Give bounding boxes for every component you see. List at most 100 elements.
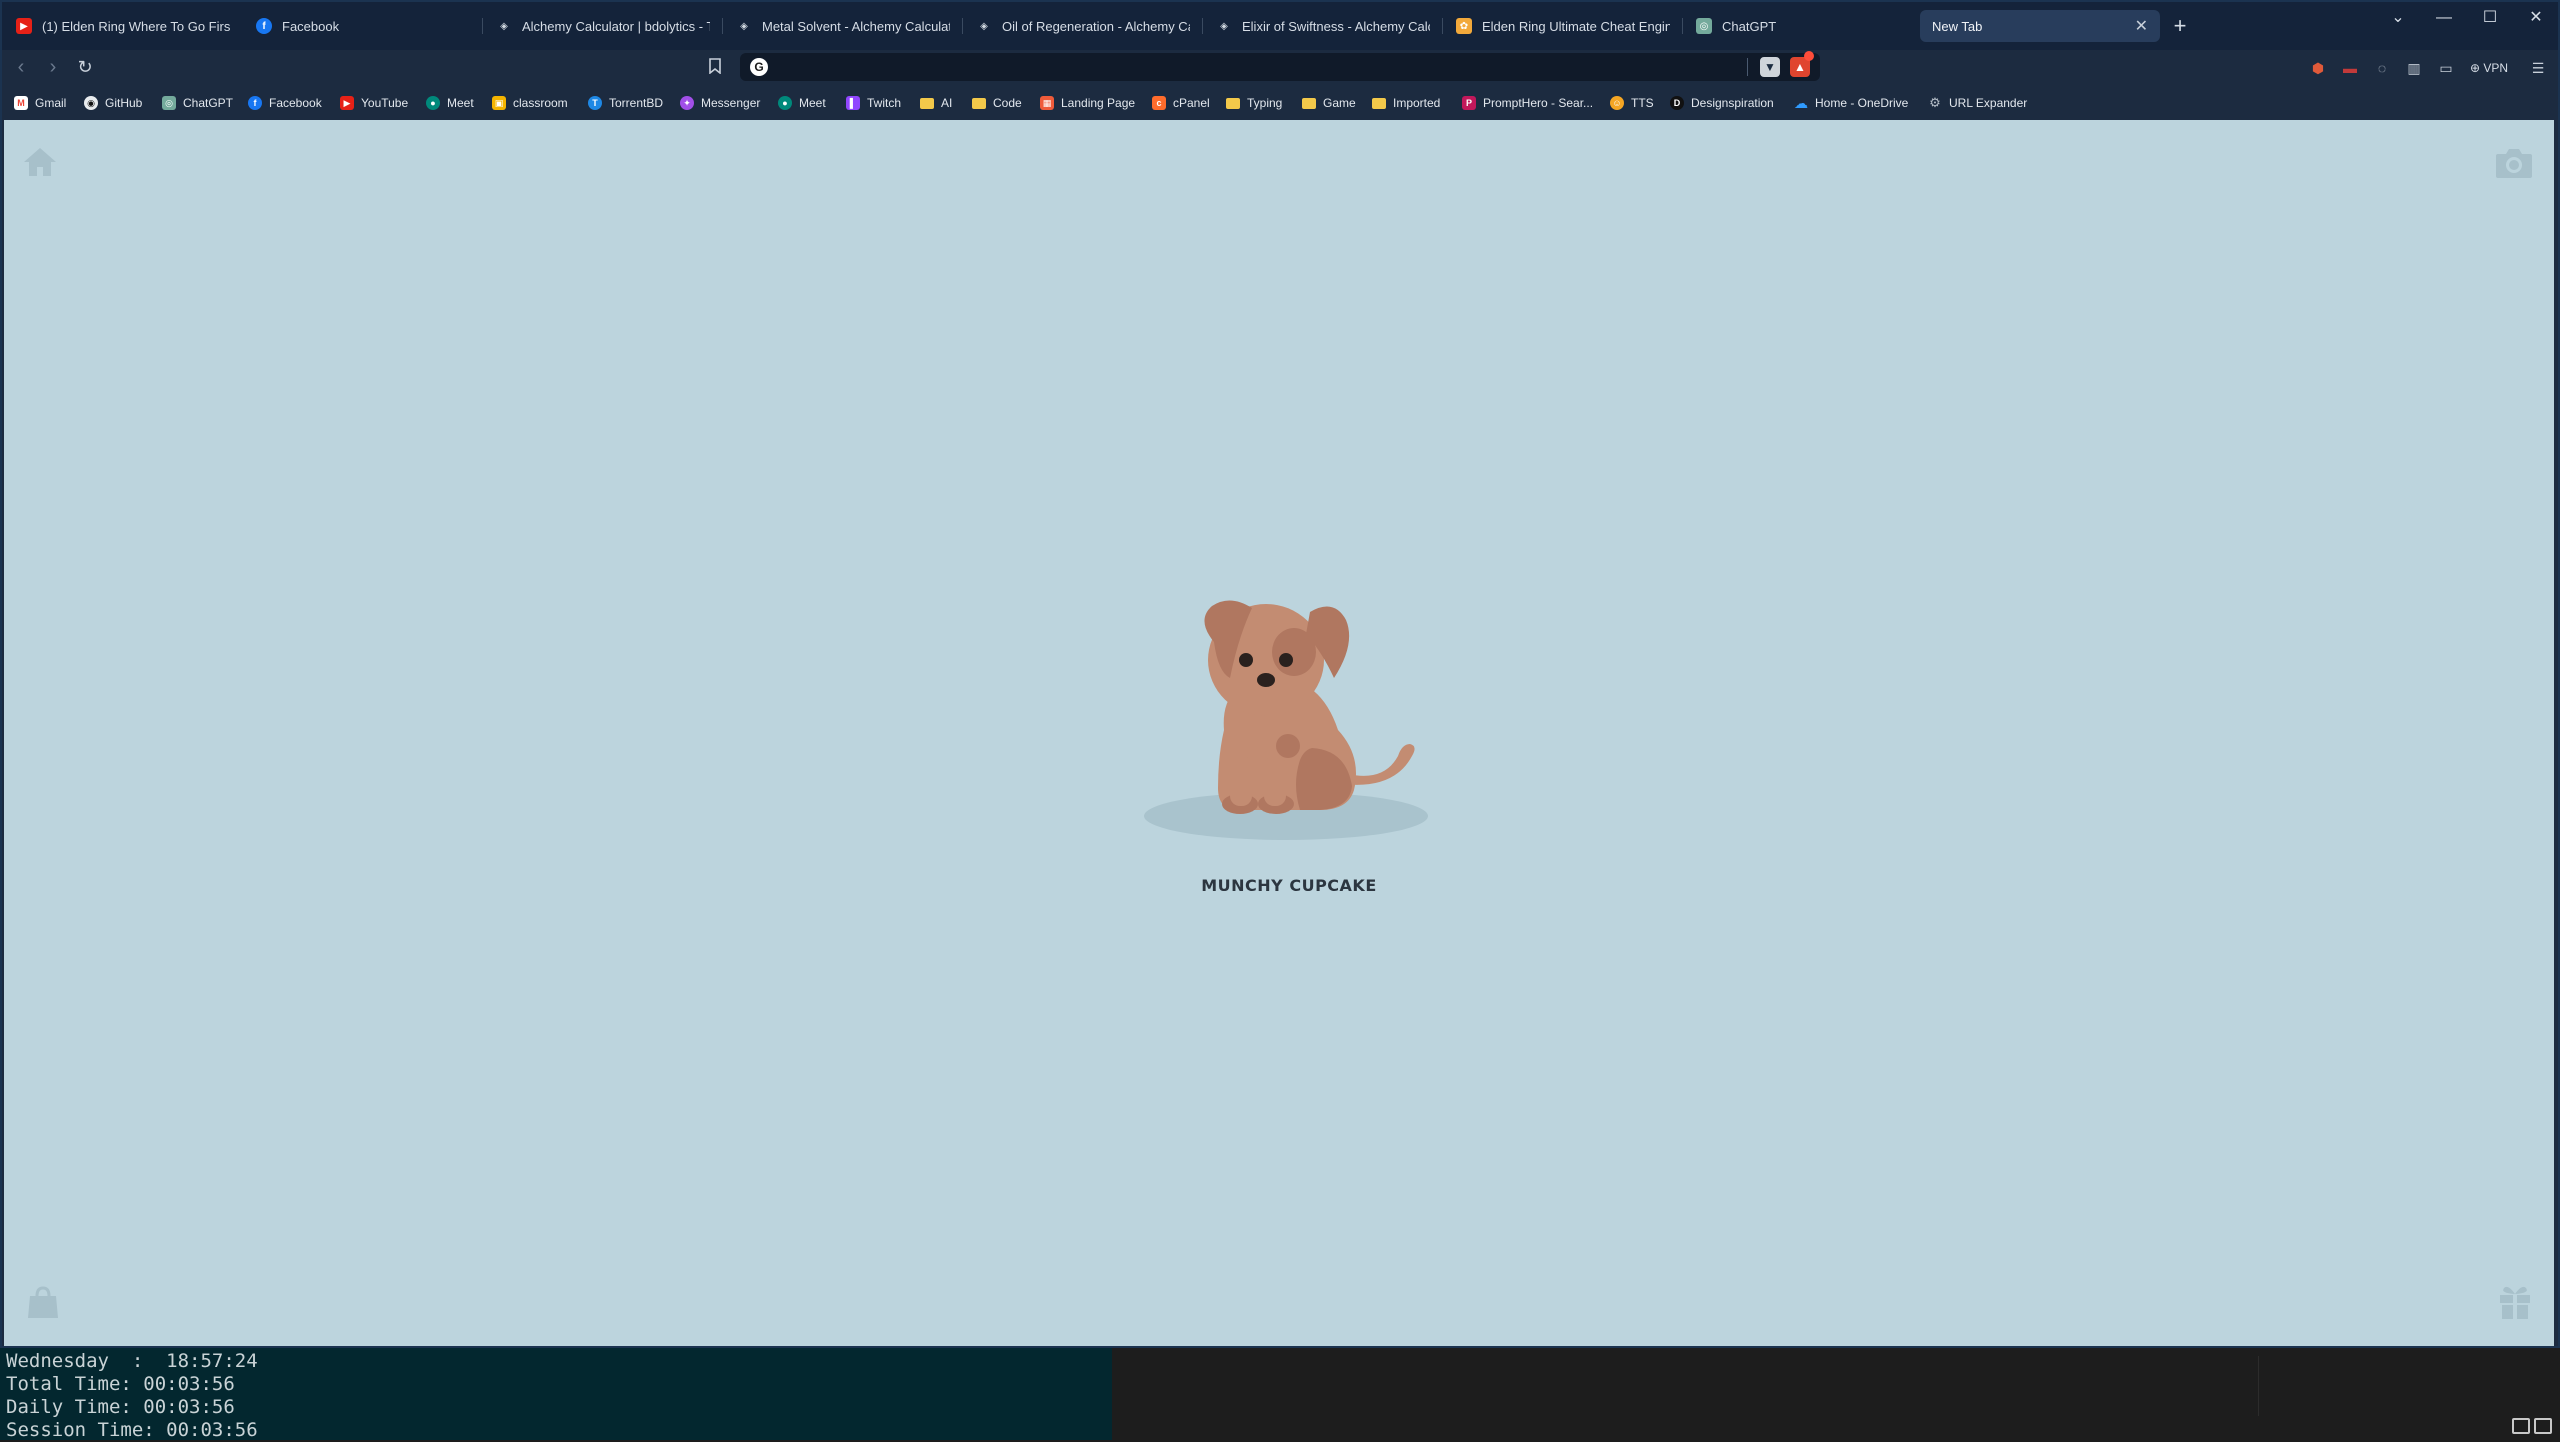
bookmark-facebook[interactable]: f Facebook [248,93,322,113]
meet-icon: ● [778,96,792,110]
designspiration-icon: D [1670,96,1684,110]
bookmark-github[interactable]: ◉ GitHub [84,93,142,113]
sidebar-icon[interactable]: ▥ [2404,58,2424,78]
bdolytics-icon: ◈ [980,20,988,32]
daily-time: Daily Time: 00:03:56 [6,1396,235,1418]
bdolytics-icon: ◈ [500,20,508,32]
cpanel-icon: c [1152,96,1166,110]
forward-button[interactable]: › [40,54,66,80]
chatgpt-icon: ◎ [1696,18,1712,34]
pet-name: MUNCHY CUPCAKE [1201,876,1377,895]
tts-icon: ☺ [1610,96,1624,110]
tab-separator [962,18,963,34]
tab-facebook[interactable]: f Facebook [244,10,482,42]
gift-icon[interactable] [2498,1284,2532,1325]
bookmark-torrentbd[interactable]: T TorrentBD [588,93,663,113]
tab-chatgpt[interactable]: ◎ ChatGPT [1684,10,1922,42]
chat-icon[interactable]: ◌ [2372,58,2392,78]
tab-new-tab[interactable]: New Tab ✕ [1920,10,2160,42]
bookmark-url-expander[interactable]: ⚙ URL Expander [1928,93,2027,113]
bookmark-messenger[interactable]: ✦ Messenger [680,93,760,113]
cheat-engine-icon: ✿ [1456,18,1472,34]
session-time: Session Time: 00:03:56 [6,1419,258,1441]
tab-separator [482,18,483,34]
torrentbd-icon: T [588,96,602,110]
camera-icon[interactable] [2494,146,2534,185]
meet-icon: ● [426,96,440,110]
browser-window: ▶ (1) Elden Ring Where To Go First | Be … [0,0,2560,1348]
wallet-icon[interactable]: ▭ [2436,58,2456,78]
vpn-button[interactable]: ⊕ VPN [2470,58,2508,78]
bookmark-folder-ai[interactable]: AI [920,93,952,113]
tab-alchemy-calculator[interactable]: ◈ Alchemy Calculator | bdolytics - The [484,10,722,42]
chatgpt-icon: ◎ [162,96,176,110]
bookmark-designspiration[interactable]: D Designspiration [1670,93,1774,113]
brave-rewards-icon[interactable]: ▲ [1790,51,1814,77]
tab-separator [1682,18,1683,34]
tab-separator [1442,18,1443,34]
shopping-bag-icon[interactable] [26,1286,60,1325]
bookmark-gmail[interactable]: M Gmail [14,93,66,113]
tab-elixir-of-swiftness[interactable]: ◈ Elixir of Swiftness - Alchemy Calcula [1204,10,1442,42]
bookmark-meet[interactable]: ● Meet [778,93,826,113]
weekday-clock: Wednesday : 18:57:24 [6,1350,258,1372]
panel-divider [2258,1356,2259,1416]
folder-icon [1226,97,1240,109]
youtube-icon: ▶ [16,18,32,34]
bottom-panel [1112,1348,2560,1440]
tab-elden-ring-cheat-engine[interactable]: ✿ Elden Ring Ultimate Cheat Engine Ta [1444,10,1682,42]
bookmark-meet[interactable]: ● Meet [426,93,474,113]
toolbar: ‹ › ↻ G ▼ ▲ ⬢ ▬ ◌ ▥ ▭ ⊕ VPN ☰ [2,50,2558,84]
notification-badge [1804,51,1814,61]
close-icon[interactable]: ✕ [2125,16,2148,36]
address-bar-divider [1747,58,1748,76]
bookmark-twitch[interactable]: ▌ Twitch [846,93,901,113]
tab-metal-solvent[interactable]: ◈ Metal Solvent - Alchemy Calculator | [724,10,962,42]
menu-icon[interactable]: ☰ [2528,58,2548,78]
tab-elden-ring-youtube[interactable]: ▶ (1) Elden Ring Where To Go First | Be [4,10,242,42]
bookmark-icon[interactable] [706,58,724,76]
bookmark-youtube[interactable]: ▶ YouTube [340,93,408,113]
bookmark-folder-imported[interactable]: Imported [1372,93,1440,113]
tab-strip: ▶ (1) Elden Ring Where To Go First | Be … [2,2,2558,50]
bookmark-prompthero[interactable]: P PromptHero - Sear... [1462,93,1593,113]
reload-button[interactable]: ↻ [72,54,98,80]
extension-icon[interactable]: ⬢ [2308,58,2328,78]
minimize-button[interactable]: — [2424,6,2464,30]
address-input[interactable] [778,55,1747,79]
maximize-button[interactable]: ☐ [2470,6,2510,30]
gmail-icon: M [14,96,28,110]
back-button[interactable]: ‹ [8,54,34,80]
bookmark-tts[interactable]: ☺ TTS [1610,93,1654,113]
bookmark-landing-page[interactable]: ▦ Landing Page [1040,93,1135,113]
folder-icon [972,97,986,109]
bookmark-folder-typing[interactable]: Typing [1226,93,1282,113]
new-tab-button[interactable]: + [2166,12,2194,40]
home-icon[interactable] [22,146,58,183]
google-icon: G [750,58,768,76]
bookmark-folder-game[interactable]: Game [1302,93,1356,113]
landing-page-icon: ▦ [1040,96,1054,110]
youtube-icon: ▶ [340,96,354,110]
messenger-icon: ✦ [680,96,694,110]
extension-icon[interactable]: ▬ [2340,58,2360,78]
facebook-icon: f [248,96,262,110]
bdolytics-icon: ◈ [740,20,748,32]
bookmark-classroom[interactable]: ▣ classroom [492,93,568,113]
pet-illustration[interactable] [1134,560,1474,865]
bookmark-cpanel[interactable]: c cPanel [1152,93,1210,113]
bookmark-onedrive[interactable]: ☁ Home - OneDrive [1794,93,1908,113]
address-bar[interactable]: G ▼ ▲ [740,51,1820,81]
bookmark-folder-code[interactable]: Code [972,93,1022,113]
new-tab-page: MUNCHY CUPCAKE [4,120,2554,1346]
folder-icon [1302,97,1316,109]
time-tracker-panel: Wednesday : 18:57:24 Total Time: 00:03:56… [0,1348,1112,1441]
tab-separator [1202,18,1203,34]
bookmark-chatgpt[interactable]: ◎ ChatGPT [162,93,233,113]
tab-oil-of-regeneration[interactable]: ◈ Oil of Regeneration - Alchemy Calcu [964,10,1202,42]
layout-window-icon[interactable] [2534,1418,2552,1434]
tab-search-button[interactable]: ⌄ [2378,6,2418,30]
close-window-button[interactable]: ✕ [2516,6,2556,30]
layout-list-icon[interactable] [2512,1418,2530,1434]
brave-shields-icon[interactable]: ▼ [1760,57,1780,77]
